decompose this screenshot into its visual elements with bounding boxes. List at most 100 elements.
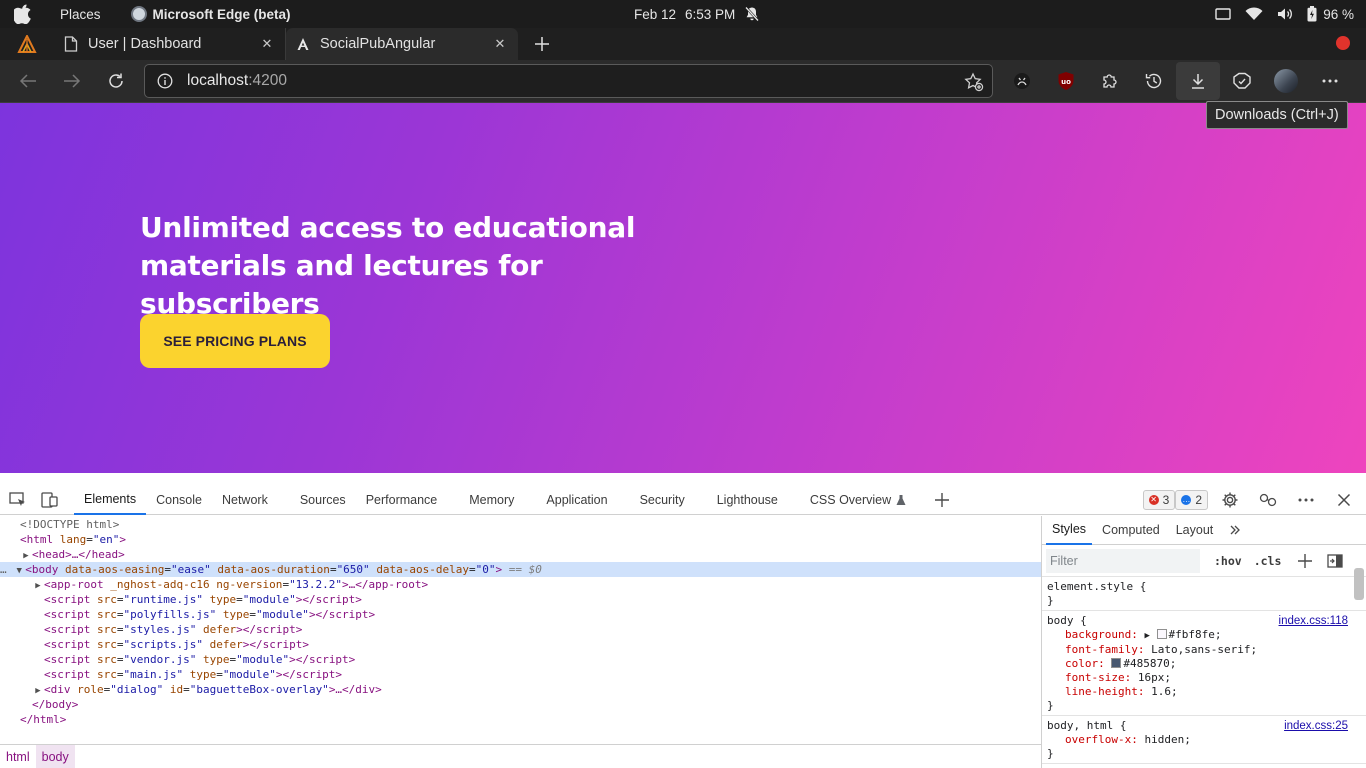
prop-font-size[interactable]: font-size: 16px; (1047, 671, 1360, 685)
tab-title: User | Dashboard (88, 36, 202, 52)
system-tray[interactable]: 96 % (1215, 4, 1354, 24)
new-tab-button[interactable] (526, 28, 558, 60)
rule-close: } (1047, 594, 1054, 607)
more-tools-plus-icon[interactable] (926, 485, 958, 515)
devtools-tab-security[interactable]: Security (630, 485, 695, 515)
prop-line-height[interactable]: line-height: 1.6; (1047, 685, 1360, 699)
rule-body[interactable]: body { index.css:118 background: ▶ #fbf8… (1042, 611, 1366, 716)
error-icon: ✕ (1148, 495, 1159, 505)
rule-body-html[interactable]: body, html { index.css:25 overflow-x: hi… (1042, 716, 1366, 764)
dom-node-script[interactable]: <script src="scripts.js" defer></script> (0, 637, 1041, 652)
history-icon[interactable] (1132, 62, 1176, 100)
devtools-tab-application[interactable]: Application (536, 485, 617, 515)
see-pricing-plans-button[interactable]: SEE PRICING PLANS (140, 314, 330, 368)
tab-socialpubangular[interactable]: SocialPubAngular ✕ (286, 28, 518, 60)
dom-node-script[interactable]: <script src="polyfills.js" type="module"… (0, 607, 1041, 622)
styles-tab-computed[interactable]: Computed (1096, 515, 1166, 545)
styles-tab-layout[interactable]: Layout (1170, 515, 1220, 545)
devtools-tab-elements[interactable]: Elements (74, 485, 147, 515)
devtools-tab-memory[interactable]: Memory (459, 485, 524, 515)
downloads-tooltip: Downloads (Ctrl+J) (1206, 101, 1348, 129)
refresh-button[interactable] (94, 63, 138, 99)
active-app-menu[interactable]: Microsoft Edge (beta) (130, 6, 291, 22)
rule-source-link[interactable]: index.css:118 (1279, 614, 1348, 628)
toggle-computed-sidebar-icon[interactable] (1327, 553, 1344, 568)
dom-node-script[interactable]: <script src="runtime.js" type="module"><… (0, 592, 1041, 607)
devtools-tab-css-overview[interactable]: CSS Overview (800, 485, 916, 515)
breadcrumb-body[interactable]: body (35, 744, 75, 768)
rule-close: } (1047, 699, 1054, 712)
window-close-icon[interactable] (1336, 36, 1350, 50)
dom-node-body-close[interactable]: </body> (0, 697, 1041, 712)
styles-tab-styles[interactable]: Styles (1046, 515, 1093, 545)
devtools-tab-console[interactable]: Console (146, 485, 212, 515)
hov-toggle[interactable]: :hov (1214, 554, 1242, 568)
color-swatch[interactable] (1111, 658, 1122, 668)
apple-logo-icon[interactable] (12, 3, 34, 25)
rule-element-style[interactable]: element.style { } (1042, 577, 1366, 611)
add-favorite-icon[interactable] (964, 72, 984, 92)
dom-node-body-selected[interactable]: … ▼ <body data-aos-easing="ease" data-aos… (0, 562, 1041, 577)
feedback-icon[interactable] (1252, 485, 1284, 515)
devtools-right-controls: ✕ 3 … 2 (1142, 485, 1360, 515)
site-info-icon[interactable] (157, 73, 173, 89)
github-extension-icon[interactable] (1000, 62, 1044, 100)
volume-icon[interactable] (1277, 7, 1293, 21)
customize-devtools-more-icon[interactable] (1290, 485, 1322, 515)
devtools-tab-sources[interactable]: Sources (290, 485, 356, 515)
cls-toggle[interactable]: .cls (1254, 554, 1282, 568)
devtools-tab-performance[interactable]: Performance (356, 485, 448, 515)
breadcrumb-html[interactable]: html (0, 745, 36, 768)
devtools-tab-network[interactable]: Network (212, 485, 278, 515)
extensions-puzzle-icon[interactable] (1088, 62, 1132, 100)
prop-color[interactable]: color: #485870; (1047, 657, 1360, 671)
back-button[interactable] (6, 63, 50, 99)
rule-source-link[interactable]: index.css:25 (1284, 719, 1348, 733)
dom-node-script[interactable]: <script src="styles.js" defer></script> (0, 622, 1041, 637)
dom-node-script[interactable]: <script src="vendor.js" type="module"></… (0, 652, 1041, 667)
message-count-badge[interactable]: … 2 (1175, 490, 1208, 510)
error-count-badge[interactable]: ✕ 3 (1142, 490, 1176, 510)
tab-actions-menu-icon[interactable] (0, 28, 54, 60)
dom-node-div-overlay[interactable]: ▶ <div role="dialog" id="baguetteBox-over… (0, 682, 1041, 697)
devtools-tab-lighthouse[interactable]: Lighthouse (707, 485, 788, 515)
tab-user-dashboard[interactable]: User | Dashboard ✕ (54, 28, 286, 60)
address-bar[interactable]: localhost:4200 (144, 64, 993, 98)
prop-background[interactable]: background: ▶ #fbf8fe; (1047, 628, 1360, 643)
tab-title: SocialPubAngular (320, 36, 436, 52)
dom-node-app-root[interactable]: ▶ <app-root _nghost-adq-c16 ng-version="1… (0, 577, 1041, 592)
prop-font-family[interactable]: font-family: Lato,sans-serif; (1047, 643, 1360, 657)
battery-icon[interactable] (1307, 6, 1317, 22)
close-tab-icon[interactable]: ✕ (492, 36, 508, 52)
wifi-icon[interactable] (1245, 7, 1263, 21)
device-toolbar-icon[interactable] (34, 485, 66, 515)
performance-shield-icon[interactable] (1220, 62, 1264, 100)
message-icon: … (1181, 495, 1192, 505)
styles-scrollbar[interactable] (1354, 568, 1364, 600)
dom-node-script[interactable]: <script src="main.js" type="module"></sc… (0, 667, 1041, 682)
prop-overflow-x[interactable]: overflow-x: hidden; (1047, 733, 1360, 747)
close-tab-icon[interactable]: ✕ (259, 36, 275, 52)
downloads-button[interactable] (1176, 62, 1220, 100)
dom-node-html[interactable]: <html lang="en"> (0, 532, 1041, 547)
color-swatch[interactable] (1156, 629, 1167, 639)
dom-node-head[interactable]: ▶ <head>…</head> (0, 547, 1041, 562)
settings-more-button[interactable] (1308, 62, 1352, 100)
clock[interactable]: Feb 12 6:53 PM (634, 6, 760, 22)
profile-button[interactable] (1264, 62, 1308, 100)
active-app-name: Microsoft Edge (beta) (152, 6, 291, 22)
more-tabs-chevron-icon[interactable] (1223, 515, 1247, 545)
close-devtools-icon[interactable] (1328, 485, 1360, 515)
dom-node-doctype[interactable]: <!DOCTYPE html> (0, 517, 1041, 532)
new-style-rule-plus-icon[interactable] (1297, 553, 1313, 569)
screen-icon[interactable] (1215, 7, 1231, 21)
arrow-left-icon (19, 74, 36, 88)
styles-filter-input[interactable]: Filter (1046, 548, 1200, 573)
ublock-origin-icon[interactable]: uo (1044, 62, 1088, 100)
dom-node-html-close[interactable]: </html> (0, 712, 1041, 727)
inspect-element-icon[interactable] (2, 485, 34, 515)
forward-button[interactable] (50, 63, 94, 99)
devtools-settings-gear-icon[interactable] (1214, 485, 1246, 515)
styles-tab-bar: Styles Computed Layout (1042, 515, 1366, 545)
places-menu[interactable]: Places (60, 7, 101, 22)
